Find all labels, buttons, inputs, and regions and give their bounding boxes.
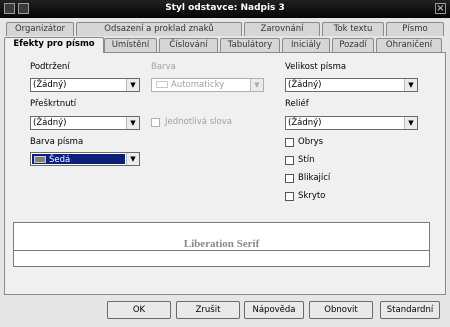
color-swatch-icon xyxy=(34,156,46,163)
tab-ohraniceni[interactable]: Ohraničení xyxy=(376,38,442,52)
ok-button[interactable]: OK xyxy=(107,301,171,319)
font-color-label: Barva písma xyxy=(30,137,84,147)
strikethrough-value: (Žádný) xyxy=(33,118,67,128)
strikethrough-label: Přeškrtnutí xyxy=(30,99,77,109)
tab-tabulatory[interactable]: Tabulátory xyxy=(220,38,280,52)
font-color-highlight: Šedá xyxy=(32,154,125,165)
color-label: Barva xyxy=(151,62,176,72)
relief-value: (Žádný) xyxy=(288,118,322,128)
preview-box: Liberation Serif xyxy=(13,222,430,267)
standard-button[interactable]: Standardní xyxy=(380,301,440,319)
preview-baseline xyxy=(14,250,429,251)
outline-label: Obrys xyxy=(298,137,324,147)
preview-text: Liberation Serif xyxy=(183,238,260,250)
blinking-checkbox[interactable] xyxy=(285,174,294,183)
tab-inicialy[interactable]: Iniciály xyxy=(282,38,330,52)
hidden-checkbox[interactable] xyxy=(285,192,294,201)
tab-efekty-pro-pismo[interactable]: Efekty pro písmo xyxy=(4,37,104,53)
tab-organizator[interactable]: Organizátor xyxy=(6,22,74,36)
shadow-checkbox[interactable] xyxy=(285,156,294,165)
color-select[interactable]: Automaticky ▼ xyxy=(151,78,264,92)
chevron-down-icon: ▼ xyxy=(250,79,263,91)
underline-label: Podtržení xyxy=(30,62,70,72)
font-color-select[interactable]: Šedá ▼ xyxy=(30,152,140,166)
shadow-label: Stín xyxy=(298,155,315,165)
chevron-down-icon[interactable]: ▼ xyxy=(126,79,139,91)
reset-button[interactable]: Zrušit xyxy=(176,301,240,319)
font-size-select[interactable]: (Žádný) ▼ xyxy=(285,78,418,92)
color-value: Automaticky xyxy=(171,80,225,90)
relief-select[interactable]: (Žádný) ▼ xyxy=(285,116,418,130)
strikethrough-select[interactable]: (Žádný) ▼ xyxy=(30,116,140,130)
blinking-label: Blikající xyxy=(298,173,331,183)
window-title: Styl odstavce: Nadpis 3 xyxy=(165,3,285,13)
chevron-down-icon[interactable]: ▼ xyxy=(404,79,417,91)
chevron-down-icon[interactable]: ▼ xyxy=(404,117,417,129)
tab-pismo[interactable]: Písmo xyxy=(386,22,444,36)
tab-tok-textu[interactable]: Tok textu xyxy=(322,22,384,36)
underline-select[interactable]: (Žádný) ▼ xyxy=(30,78,140,92)
individual-words-label: Jednotlivá slova xyxy=(165,117,232,127)
tab-zarovnani[interactable]: Zarovnání xyxy=(244,22,320,36)
relief-label: Reliéf xyxy=(285,99,309,109)
font-size-label: Velikost písma xyxy=(285,62,347,72)
color-swatch-icon xyxy=(156,81,168,88)
restore-button[interactable]: Obnovit xyxy=(309,301,373,319)
chevron-down-icon[interactable]: ▼ xyxy=(126,117,139,129)
hidden-label: Skryto xyxy=(298,191,326,201)
close-icon[interactable]: × xyxy=(435,3,446,14)
outline-checkbox[interactable] xyxy=(285,138,294,147)
tab-cislovani[interactable]: Číslování xyxy=(159,38,218,52)
underline-value: (Žádný) xyxy=(33,80,67,90)
font-size-value: (Žádný) xyxy=(288,80,322,90)
help-button[interactable]: Nápověda xyxy=(244,301,304,319)
individual-words-checkbox[interactable] xyxy=(151,118,160,127)
font-color-value: Šedá xyxy=(49,155,71,165)
tab-pozadi[interactable]: Pozadí xyxy=(332,38,374,52)
tab-umisteni[interactable]: Umístění xyxy=(104,38,157,52)
tab-odsazeni[interactable]: Odsazení a proklad znaků xyxy=(76,22,242,36)
title-bar: Styl odstavce: Nadpis 3 × xyxy=(0,0,450,18)
chevron-down-icon[interactable]: ▼ xyxy=(126,153,139,165)
